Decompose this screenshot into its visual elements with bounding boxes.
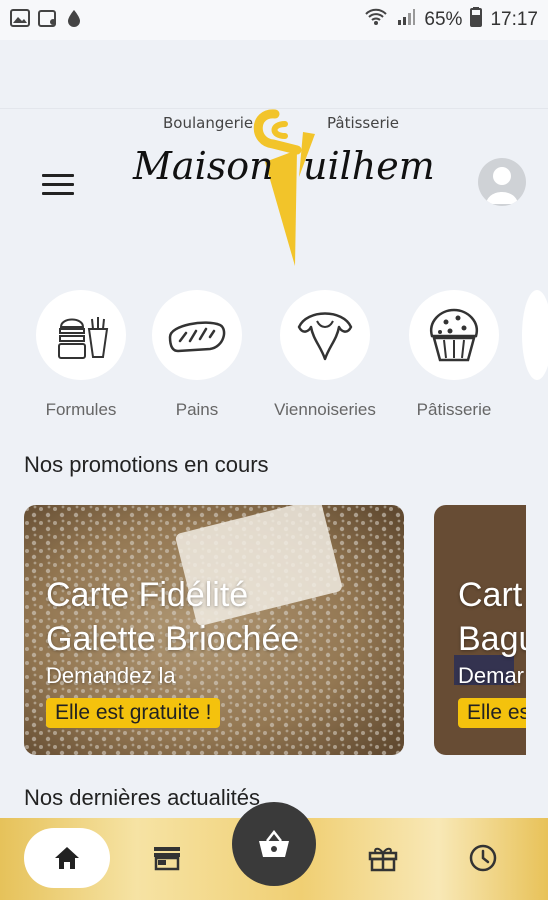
wifi-icon bbox=[364, 8, 388, 32]
calendar-icon bbox=[38, 9, 58, 32]
hamburger-menu-icon[interactable] bbox=[42, 174, 74, 198]
user-icon bbox=[486, 167, 518, 204]
logo-boulangerie: Boulangerie bbox=[163, 114, 254, 132]
clock-time: 17:17 bbox=[490, 9, 538, 30]
drop-icon bbox=[66, 9, 82, 32]
brand-logo: Boulangerie Pâtisserie Maison uilhem bbox=[125, 102, 445, 272]
nav-store-button[interactable] bbox=[140, 828, 194, 888]
bottom-navigation bbox=[0, 802, 548, 900]
category-label: Pâtisserie bbox=[416, 400, 492, 419]
basket-icon bbox=[259, 829, 289, 857]
promo-badge: Elle est gratuite ! bbox=[46, 698, 221, 728]
battery-percent: 65% bbox=[424, 9, 463, 30]
promo-card[interactable]: Carte Fidélité Galette Briochée Demandez… bbox=[24, 505, 404, 755]
category-label: Formules bbox=[45, 400, 117, 419]
promo-subtitle: Demar bbox=[458, 663, 525, 688]
nav-basket-button[interactable] bbox=[232, 802, 316, 886]
signal-icon bbox=[396, 8, 416, 32]
promo-title: Carte Fidélité Galette Briochée bbox=[46, 576, 300, 658]
home-icon bbox=[55, 847, 79, 869]
category-label: Viennoiseries bbox=[274, 400, 376, 419]
gift-icon bbox=[368, 847, 398, 872]
logo-word-guilhem: uilhem bbox=[303, 144, 435, 188]
category-row: Formules Pains Viennoiseries Pâtisserie bbox=[0, 290, 548, 430]
muffin-icon bbox=[429, 308, 479, 362]
croissant-icon bbox=[297, 312, 353, 361]
category-patisserie[interactable]: Pâtisserie bbox=[389, 290, 519, 420]
category-label: Pains bbox=[175, 400, 219, 419]
store-icon bbox=[154, 847, 180, 871]
clock-icon bbox=[469, 844, 497, 872]
app-header: Boulangerie Pâtisserie Maison uilhem bbox=[0, 40, 548, 270]
promo-card[interactable]: Cart Bagu Demar Elle es bbox=[434, 505, 526, 755]
promo-title: Cart Bagu bbox=[458, 576, 526, 658]
logo-word-maison: Maison bbox=[133, 144, 274, 188]
nav-gift-button[interactable] bbox=[356, 828, 410, 888]
burger-meal-icon bbox=[58, 317, 109, 359]
category-formules[interactable]: Formules bbox=[16, 290, 146, 420]
status-bar: 65% 17:17 bbox=[0, 0, 548, 40]
bread-icon bbox=[168, 321, 226, 353]
logo-patisserie: Pâtisserie bbox=[327, 114, 400, 132]
category-pains[interactable]: Pains bbox=[132, 290, 262, 420]
battery-icon bbox=[470, 7, 483, 33]
news-title: Nos dernières actualités bbox=[24, 785, 261, 810]
image-icon bbox=[10, 8, 30, 32]
promo-subtitle: Demandez la bbox=[46, 663, 176, 688]
category-next-peek[interactable] bbox=[522, 290, 548, 380]
promo-badge: Elle es bbox=[458, 698, 526, 728]
category-viennoiseries[interactable]: Viennoiseries bbox=[260, 290, 390, 420]
nav-home-button[interactable] bbox=[24, 828, 110, 888]
nav-history-button[interactable] bbox=[456, 828, 510, 888]
promotions-title: Nos promotions en cours bbox=[24, 452, 269, 477]
avatar[interactable] bbox=[478, 158, 526, 206]
